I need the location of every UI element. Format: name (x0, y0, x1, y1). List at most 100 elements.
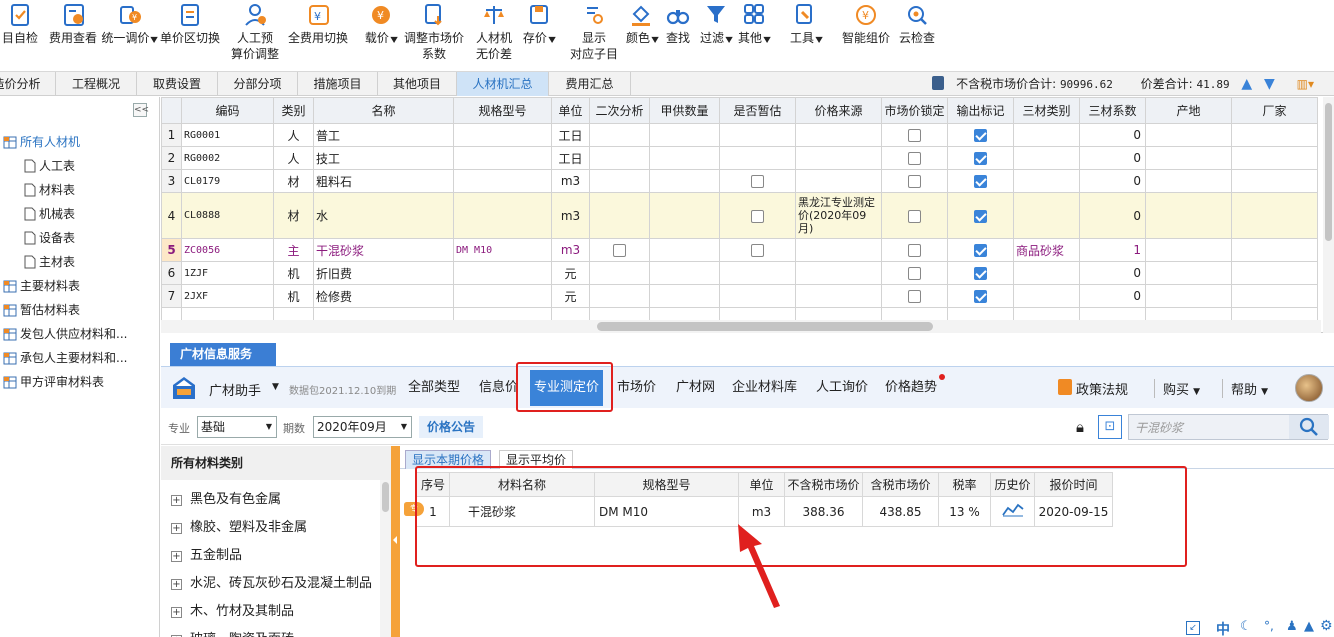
origin-cell[interactable] (1145, 192, 1232, 239)
maker-cell[interactable] (1231, 284, 1318, 308)
tree-item[interactable]: 所有人材机 (3, 134, 80, 153)
unit-cell[interactable]: 工日 (551, 123, 590, 147)
expand-plus-icon[interactable]: + (171, 523, 182, 534)
price-lock-checkbox[interactable] (908, 175, 921, 188)
service-nav-7[interactable]: 价格趋势 (885, 367, 937, 409)
load-price-button[interactable]: ¥ 载价▼ (360, 2, 402, 48)
arrow-down-icon[interactable]: ▼ (1264, 72, 1275, 96)
sancai-coef-cell[interactable]: 1 (1079, 238, 1146, 262)
code-cell[interactable]: 2JXF (181, 284, 274, 308)
keyboard-icon[interactable]: ↙ (1186, 621, 1200, 635)
sancai-category-cell[interactable] (1013, 146, 1080, 170)
unit-switch-button[interactable]: 单价区切换 (158, 2, 222, 46)
column-header[interactable]: 价格来源 (795, 97, 882, 124)
sancai-category-cell[interactable] (1013, 123, 1080, 147)
assistant-dropdown-icon[interactable]: ▼ (272, 382, 279, 392)
output-mark-checkbox[interactable] (974, 244, 987, 257)
code-cell[interactable]: ZC0056 (181, 238, 274, 262)
price-lock-checkbox[interactable] (908, 209, 921, 223)
estimate-cell[interactable] (719, 192, 796, 239)
column-header[interactable]: 甲供数量 (649, 97, 720, 124)
output-mark-checkbox[interactable] (974, 175, 987, 188)
category-cell[interactable]: 机 (273, 284, 314, 308)
output-mark-checkbox[interactable] (974, 209, 987, 223)
sancai-coef-cell[interactable]: 0 (1079, 169, 1146, 193)
service-nav-1[interactable]: 信息价 (479, 367, 518, 409)
collapse-panel-icon[interactable]: << (133, 103, 149, 117)
code-cell[interactable]: 1ZJF (181, 261, 274, 285)
grid-vscroll-thumb[interactable] (1325, 103, 1332, 241)
tree-item[interactable]: 人工表 (24, 158, 75, 177)
spec-cell[interactable] (453, 146, 552, 170)
origin-cell[interactable] (1145, 169, 1232, 193)
supply-qty-cell[interactable] (649, 169, 720, 193)
filter-button[interactable]: 过滤▼ (700, 2, 733, 48)
estimate-checkbox[interactable] (751, 209, 764, 223)
table-row[interactable]: 4 CL0888 材 水 m3 黑龙江专业测定价(2020年09月) 0 (161, 192, 1318, 239)
price-lock-cell[interactable] (881, 261, 948, 285)
supply-qty-cell[interactable] (649, 192, 720, 239)
secondary-analysis-checkbox[interactable] (613, 244, 626, 257)
column-header[interactable]: 单位 (551, 97, 590, 124)
unit-cell[interactable]: 元 (551, 261, 590, 285)
category-item[interactable]: + 黑色及有色金属 (171, 488, 281, 507)
name-cell[interactable]: 技工 (313, 146, 454, 170)
price-source-cell[interactable] (795, 284, 882, 308)
maker-cell[interactable] (1231, 238, 1318, 262)
secondary-analysis-cell[interactable] (589, 169, 650, 193)
column-header[interactable]: 三材系数 (1079, 97, 1146, 124)
column-header[interactable]: 类别 (273, 97, 314, 124)
material-search-input[interactable]: 干混砂浆 (1135, 419, 1183, 436)
output-mark-cell[interactable] (947, 261, 1014, 285)
service-nav-5[interactable]: 企业材料库 (732, 367, 797, 409)
price-lock-cell[interactable] (881, 123, 948, 147)
sancai-category-cell[interactable] (1013, 261, 1080, 285)
code-cell[interactable]: RG0001 (181, 123, 274, 147)
maker-cell[interactable] (1231, 146, 1318, 170)
save-price-button[interactable]: 存价▼ (519, 2, 559, 48)
gear-icon[interactable]: ⚙ (1320, 618, 1333, 634)
table-row[interactable]: 5 ZC0056 主 干混砂浆 DM M10 m3 商品砂浆 1 (161, 238, 1318, 262)
smart-price-button[interactable]: ¥ 智能组价 (838, 2, 894, 46)
name-cell[interactable]: 干混砂浆 (313, 238, 454, 262)
code-cell[interactable]: CL0888 (181, 192, 274, 239)
major-select[interactable]: 基础 ▼ (197, 416, 277, 438)
service-nav-6[interactable]: 人工询价 (816, 367, 868, 409)
price-source-cell[interactable]: 黑龙江专业测定价(2020年09月) (795, 192, 882, 239)
arrow-up-icon[interactable]: ▲ (1241, 72, 1252, 96)
origin-cell[interactable] (1145, 261, 1232, 285)
grid-horizontal-scrollbar[interactable] (161, 320, 1321, 333)
color-button[interactable]: 颜色▼ (626, 2, 659, 48)
price-lock-checkbox[interactable] (908, 152, 921, 165)
price-notice-button[interactable]: 价格公告 (419, 416, 484, 438)
supply-qty-cell[interactable] (649, 123, 720, 147)
tree-item[interactable]: 主要材料表 (3, 278, 80, 297)
tree-item[interactable]: 主材表 (24, 254, 75, 273)
tab-6[interactable]: 人材机汇总 (457, 72, 549, 96)
tab-3[interactable]: 分部分项 (218, 72, 298, 96)
category-item[interactable]: + 水泥、砖瓦灰砂石及混凝土制品 (171, 572, 372, 591)
table-row[interactable]: 3 CL0179 材 粗料石 m3 0 (161, 169, 1318, 193)
price-source-cell[interactable] (795, 169, 882, 193)
column-header[interactable]: 三材类别 (1013, 97, 1080, 124)
name-cell[interactable]: 检修费 (313, 284, 454, 308)
column-header[interactable]: 产地 (1145, 97, 1232, 124)
estimate-cell[interactable] (719, 261, 796, 285)
price-lock-cell[interactable] (881, 284, 948, 308)
category-item[interactable]: + 木、竹材及其制品 (171, 600, 294, 619)
tree-item[interactable]: 机械表 (24, 206, 75, 225)
secondary-analysis-cell[interactable] (589, 261, 650, 285)
tab-7[interactable]: 费用汇总 (549, 72, 631, 96)
unit-cell[interactable]: m3 (551, 192, 590, 239)
code-cell[interactable]: CL0179 (181, 169, 274, 193)
spec-cell[interactable] (453, 284, 552, 308)
moon-icon[interactable]: ☾ (1240, 619, 1252, 634)
secondary-analysis-cell[interactable] (589, 192, 650, 239)
output-mark-cell[interactable] (947, 284, 1014, 308)
other-button[interactable]: 其他▼ (738, 2, 771, 48)
name-cell[interactable]: 普工 (313, 123, 454, 147)
column-header[interactable]: 厂家 (1231, 97, 1318, 124)
material-search-box[interactable]: 干混砂浆 (1128, 414, 1329, 440)
table-row[interactable]: 6 1ZJF 机 折旧费 元 0 (161, 261, 1318, 285)
policy-icon[interactable] (1058, 379, 1072, 395)
